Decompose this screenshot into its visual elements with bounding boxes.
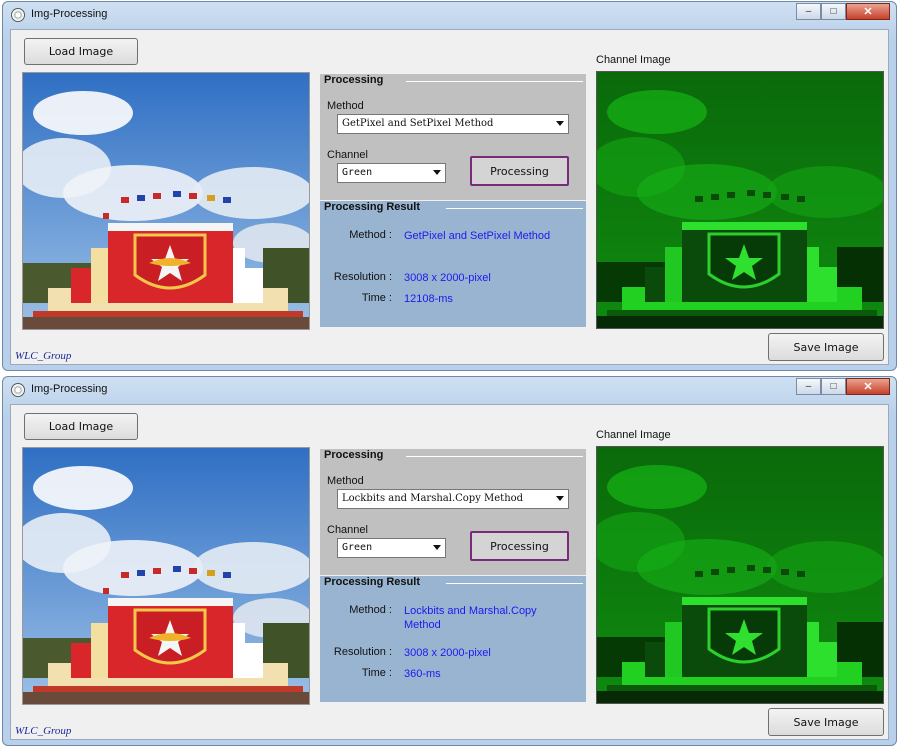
group-name: WLC_Group	[15, 725, 72, 737]
result-time-value: 12108-ms	[404, 293, 453, 305]
processing-result-group: Processing Result Method : Lockbits and …	[320, 576, 586, 702]
minimize-button[interactable]: –	[796, 3, 821, 20]
method-select[interactable]: Lockbits and Marshal.Copy Method	[337, 489, 569, 509]
result-time-label: Time :	[361, 667, 392, 679]
app-icon[interactable]	[11, 383, 25, 397]
title-bar[interactable]: Img-Processing – □ ✕	[3, 377, 896, 403]
app-icon[interactable]	[11, 8, 25, 22]
source-image	[22, 72, 310, 330]
save-image-button[interactable]: Save Image	[768, 333, 884, 361]
title-bar[interactable]: Img-Processing – □ ✕	[3, 2, 896, 28]
channel-select[interactable]: Green	[337, 538, 446, 558]
channel-label: Channel	[327, 524, 368, 536]
channel-image-label: Channel Image	[596, 429, 671, 441]
window-title: Img-Processing	[31, 8, 108, 20]
load-image-button[interactable]: Load Image	[24, 413, 138, 440]
result-resolution-value: 3008 x 2000-pixel	[404, 647, 491, 659]
processing-button[interactable]: Processing	[470, 156, 569, 186]
method-select-value: GetPixel and SetPixel Method	[342, 118, 494, 129]
processing-group-title: Processing	[324, 449, 384, 461]
channel-image	[596, 71, 884, 329]
result-resolution-value: 3008 x 2000-pixel	[404, 272, 491, 284]
channel-image	[596, 446, 884, 704]
method-select-value: Lockbits and Marshal.Copy Method	[342, 493, 524, 504]
close-button[interactable]: ✕	[846, 378, 890, 395]
result-group-title: Processing Result	[324, 201, 420, 213]
dropdown-arrow-icon	[556, 121, 564, 126]
group-divider	[446, 583, 583, 584]
app-window-2: Img-Processing – □ ✕ Load Image Processi…	[2, 376, 897, 746]
processing-result-group: Processing Result Method : GetPixel and …	[320, 201, 586, 327]
result-resolution-label: Resolution :	[333, 271, 392, 283]
processing-group-title: Processing	[324, 74, 384, 86]
maximize-button[interactable]: □	[821, 3, 846, 20]
channel-select-value: Green	[342, 167, 373, 178]
window-title: Img-Processing	[31, 383, 108, 395]
close-icon: ✕	[863, 6, 873, 18]
minimize-button[interactable]: –	[796, 378, 821, 395]
group-divider	[446, 208, 583, 209]
result-method-label: Method :	[349, 229, 392, 241]
load-image-button[interactable]: Load Image	[24, 38, 138, 65]
result-resolution-label: Resolution :	[333, 646, 392, 658]
minimize-icon: –	[805, 6, 812, 17]
maximize-icon: □	[830, 6, 837, 17]
result-time-label: Time :	[361, 292, 392, 304]
close-button[interactable]: ✕	[846, 3, 890, 20]
maximize-icon: □	[830, 381, 837, 392]
processing-group: Processing Method GetPixel and SetPixel …	[320, 74, 586, 200]
channel-image-label: Channel Image	[596, 54, 671, 66]
group-divider	[406, 81, 583, 82]
result-method-value: Lockbits and Marshal.Copy Method	[404, 605, 537, 631]
app-window-1: Img-Processing – □ ✕ Load Image Processi…	[2, 1, 897, 371]
dropdown-arrow-icon	[433, 170, 441, 175]
dropdown-arrow-icon	[556, 496, 564, 501]
method-label: Method	[327, 100, 364, 112]
client-area: Load Image	[10, 404, 889, 740]
group-name: WLC_Group	[15, 350, 72, 362]
group-divider	[406, 456, 583, 457]
processing-button[interactable]: Processing	[470, 531, 569, 561]
client-area: Load Image	[10, 29, 889, 365]
method-label: Method	[327, 475, 364, 487]
source-image	[22, 447, 310, 705]
save-image-button[interactable]: Save Image	[768, 708, 884, 736]
minimize-icon: –	[805, 381, 812, 392]
result-method-label: Method :	[349, 604, 392, 616]
maximize-button[interactable]: □	[821, 378, 846, 395]
result-method-value: GetPixel and SetPixel Method	[404, 230, 551, 242]
channel-select-value: Green	[342, 542, 373, 553]
window-controls: – □ ✕	[796, 378, 890, 395]
channel-label: Channel	[327, 149, 368, 161]
result-time-value: 360-ms	[404, 668, 441, 680]
method-select[interactable]: GetPixel and SetPixel Method	[337, 114, 569, 134]
channel-select[interactable]: Green	[337, 163, 446, 183]
window-controls: – □ ✕	[796, 3, 890, 20]
close-icon: ✕	[863, 381, 873, 393]
result-group-title: Processing Result	[324, 576, 420, 588]
processing-group: Processing Method Lockbits and Marshal.C…	[320, 449, 586, 575]
dropdown-arrow-icon	[433, 545, 441, 550]
